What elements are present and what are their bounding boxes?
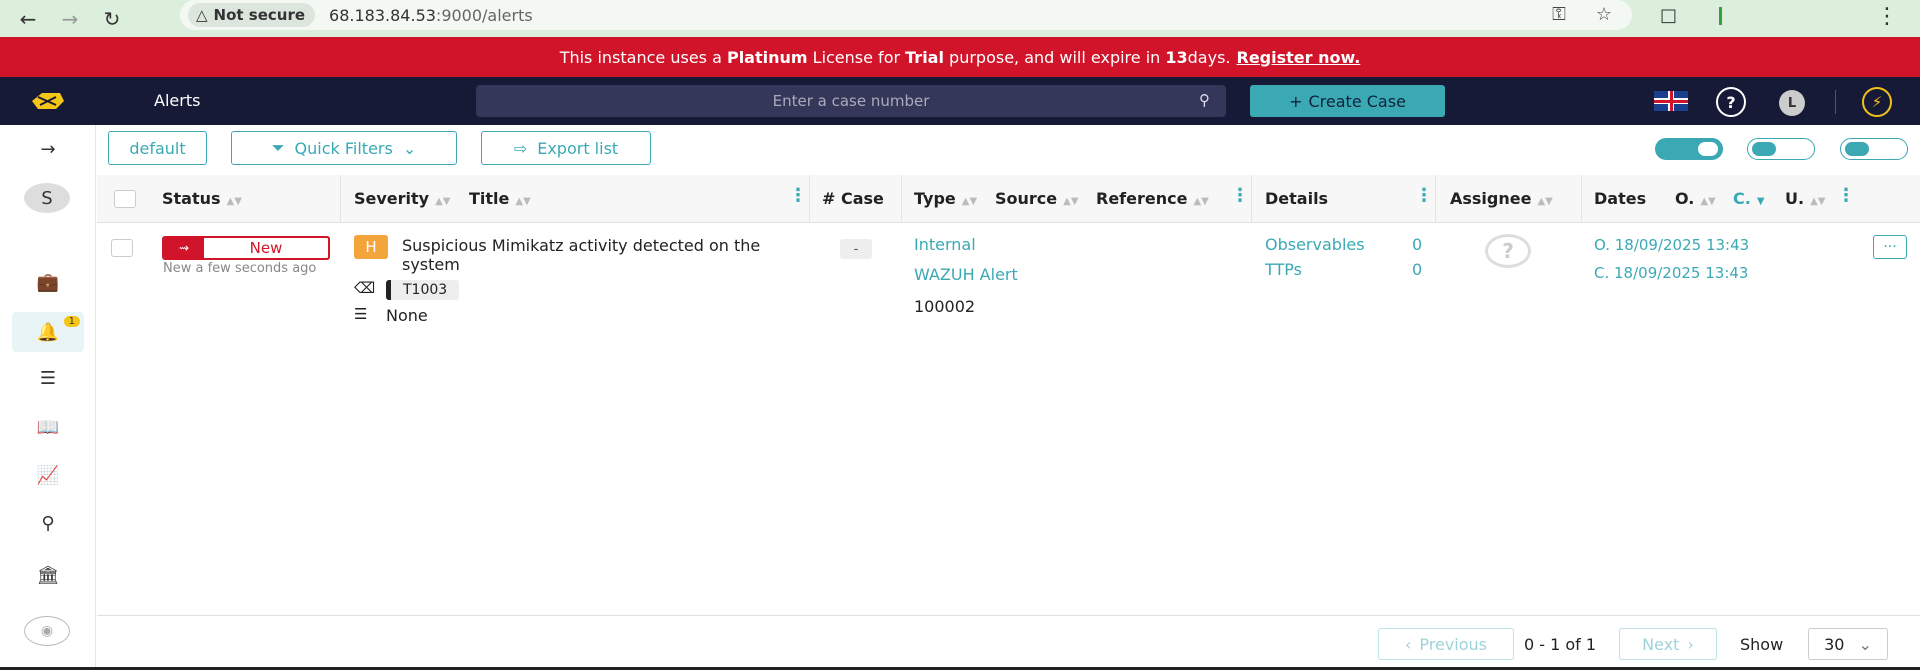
observables-count: 0 bbox=[1412, 235, 1423, 254]
default-filter-button[interactable]: default bbox=[108, 131, 207, 165]
bookmark-star-icon[interactable]: ☆ bbox=[1596, 4, 1612, 25]
search-icon[interactable]: ⚲ bbox=[1199, 91, 1210, 109]
not-secure-chip[interactable]: △ Not secure bbox=[188, 3, 316, 27]
nav-divider bbox=[1835, 90, 1836, 114]
auto-refresh-toggle[interactable] bbox=[1655, 138, 1723, 160]
tag-icon: ⌫ bbox=[354, 279, 376, 297]
row-actions-button[interactable]: ··· bbox=[1873, 235, 1907, 259]
export-icon: ⇨ bbox=[513, 138, 528, 158]
pagination: ‹ Previous 0 - 1 of 1 Next › Show 30 ⌄ bbox=[97, 615, 1920, 670]
profile-indicator bbox=[1719, 6, 1723, 25]
reload-icon[interactable]: ↻ bbox=[98, 5, 126, 33]
back-icon[interactable]: ← bbox=[14, 5, 42, 33]
stats-toggle[interactable] bbox=[1747, 138, 1815, 160]
ttps-link[interactable]: TTPs bbox=[1265, 260, 1302, 279]
brain-icon[interactable]: ◉ bbox=[24, 616, 70, 646]
browser-toolbar: ← → ↻ △ Not secure 68.183.84.53:9000/ale… bbox=[0, 0, 1920, 37]
header-date-u[interactable]: U. ▲▼ bbox=[1785, 189, 1825, 208]
unassigned-avatar-icon[interactable]: ? bbox=[1485, 234, 1531, 268]
ttps-count: 0 bbox=[1412, 260, 1423, 279]
thehive-logo[interactable] bbox=[26, 87, 68, 115]
top-navbar: Alerts Enter a case number ⚲ + Create Ca… bbox=[0, 77, 1920, 125]
org-avatar[interactable]: S bbox=[24, 183, 70, 213]
header-title[interactable]: Title ▲▼ bbox=[469, 189, 531, 208]
alert-source[interactable]: WAZUH Alert bbox=[914, 265, 1018, 284]
header-case[interactable]: # Case bbox=[822, 189, 884, 208]
address-bar[interactable]: △ Not secure 68.183.84.53:9000/alerts ⚿ … bbox=[180, 0, 1632, 30]
knowledge-book-icon[interactable]: 📖 bbox=[24, 407, 72, 447]
chevron-down-icon: ⌄ bbox=[402, 138, 417, 158]
custom-fields-value: None bbox=[386, 306, 428, 325]
observables-link[interactable]: Observables bbox=[1265, 235, 1365, 254]
alert-type[interactable]: Internal bbox=[914, 235, 976, 254]
case-number: - bbox=[840, 239, 872, 259]
uk-flag-icon[interactable] bbox=[1654, 91, 1688, 111]
export-list-button[interactable]: ⇨ Export list bbox=[481, 131, 651, 165]
cases-briefcase-icon[interactable]: 💼 bbox=[24, 262, 72, 302]
title-column-menu-icon[interactable]: ⋮ bbox=[789, 185, 807, 206]
warning-icon: △ bbox=[196, 6, 208, 24]
password-key-icon[interactable]: ⚿ bbox=[1552, 4, 1566, 25]
browser-menu-icon[interactable]: ⋮ bbox=[1876, 4, 1898, 29]
search-icon[interactable]: ⚲ bbox=[24, 503, 72, 543]
custom-fields-icon: ☰ bbox=[354, 305, 368, 323]
quick-filters-button[interactable]: ⏷ Quick Filters ⌄ bbox=[231, 131, 457, 165]
organisation-bank-icon[interactable]: 🏛 bbox=[24, 555, 72, 595]
expand-sidebar-icon[interactable]: → bbox=[24, 129, 72, 169]
help-icon[interactable]: ? bbox=[1716, 87, 1746, 117]
previous-page-button[interactable]: ‹ Previous bbox=[1378, 628, 1514, 660]
filter-icon: ⏷ bbox=[271, 138, 285, 157]
plus-icon: + bbox=[1289, 91, 1303, 111]
header-source[interactable]: Source ▲▼ bbox=[995, 189, 1079, 208]
sidebar: → S 💼 🔔 1 ☰ 📖 📈 ⚲ 🏛 ◉ bbox=[0, 125, 96, 670]
dates-column-menu-icon[interactable]: ⋮ bbox=[1837, 185, 1855, 206]
header-date-c[interactable]: C. ▼ bbox=[1733, 189, 1765, 208]
details-column-menu-icon[interactable]: ⋮ bbox=[1415, 185, 1433, 206]
row-select-checkbox[interactable] bbox=[111, 239, 133, 257]
tag-chip[interactable]: T1003 bbox=[386, 280, 460, 300]
filters-toggle[interactable] bbox=[1840, 138, 1908, 160]
type-column-menu-icon[interactable]: ⋮ bbox=[1231, 185, 1249, 206]
create-case-button[interactable]: + Create Case bbox=[1250, 85, 1445, 117]
page-title: Alerts bbox=[154, 91, 201, 110]
header-status[interactable]: Status ▲▼ bbox=[162, 189, 242, 208]
date-occurred: O. 18/09/2025 13:43 bbox=[1594, 236, 1750, 254]
url-text: 68.183.84.53:9000/alerts bbox=[329, 5, 533, 25]
page-size-select[interactable]: 30 ⌄ bbox=[1808, 628, 1888, 660]
header-assignee[interactable]: Assignee ▲▼ bbox=[1450, 189, 1553, 208]
select-all-checkbox[interactable] bbox=[114, 190, 136, 208]
chevron-down-icon: ⌄ bbox=[1858, 634, 1872, 654]
header-type[interactable]: Type ▲▼ bbox=[914, 189, 977, 208]
register-now-link[interactable]: Register now. bbox=[1237, 48, 1361, 67]
status-new-icon: ⇝ bbox=[164, 238, 204, 258]
tasks-list-icon[interactable]: ☰ bbox=[24, 358, 72, 398]
case-search-input[interactable]: Enter a case number ⚲ bbox=[476, 85, 1226, 117]
alert-title[interactable]: Suspicious Mimikatz activity detected on… bbox=[402, 236, 762, 274]
table-header: Status ▲▼ Severity ▲▼ Title ▲▼ ⋮ # Case Typ… bbox=[97, 175, 1920, 223]
header-date-o[interactable]: O. ▲▼ bbox=[1675, 189, 1716, 208]
status-badge[interactable]: ⇝ New bbox=[162, 236, 330, 260]
severity-badge: H bbox=[354, 235, 388, 259]
header-details: Details bbox=[1265, 189, 1329, 208]
license-banner: This instance uses a Platinum License fo… bbox=[0, 37, 1920, 77]
chevron-right-icon: › bbox=[1687, 634, 1694, 654]
alerts-bell-icon[interactable]: 🔔 1 bbox=[12, 312, 84, 352]
table-row[interactable]: ⇝ New New a few seconds ago H Suspicious… bbox=[97, 223, 1920, 333]
user-avatar[interactable]: L bbox=[1779, 90, 1805, 116]
chevron-left-icon: ‹ bbox=[1404, 634, 1412, 654]
date-created: C. 18/09/2025 13:43 bbox=[1594, 264, 1749, 282]
forward-icon[interactable]: → bbox=[56, 5, 84, 33]
header-severity[interactable]: Severity ▲▼ bbox=[354, 189, 451, 208]
extensions-icon[interactable]: □ bbox=[1660, 5, 1677, 26]
page-range: 0 - 1 of 1 bbox=[1524, 635, 1597, 654]
lightning-icon[interactable]: ⚡ bbox=[1862, 87, 1892, 117]
header-dates: Dates bbox=[1594, 189, 1647, 208]
next-page-button[interactable]: Next › bbox=[1619, 628, 1717, 660]
show-label: Show bbox=[1740, 635, 1784, 654]
alert-reference: 100002 bbox=[914, 297, 976, 316]
header-reference[interactable]: Reference ▲▼ bbox=[1096, 189, 1209, 208]
alerts-count-badge: 1 bbox=[63, 316, 80, 327]
status-time: New a few seconds ago bbox=[163, 261, 317, 276]
dashboard-chart-icon[interactable]: 📈 bbox=[24, 455, 72, 495]
